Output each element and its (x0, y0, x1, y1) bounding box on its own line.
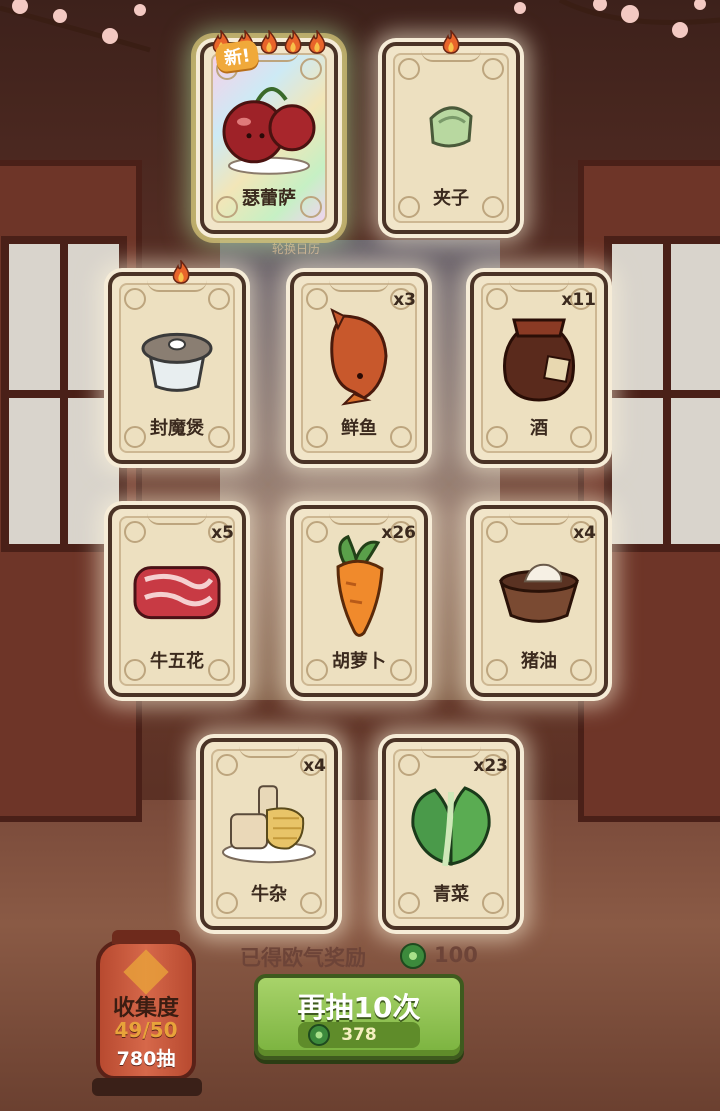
card-beef[interactable]: x5 牛五花 (108, 505, 246, 697)
flame-icon (284, 30, 302, 54)
card-name: 酒 (530, 418, 548, 439)
greens-icon (411, 786, 491, 867)
flame-icon (442, 30, 460, 54)
card-name: 鲜鱼 (341, 418, 377, 439)
card-fish[interactable]: x3 鲜鱼 (290, 272, 428, 464)
card-name: 青菜 (433, 884, 469, 905)
draw-again-button[interactable]: 再抽10次 378 (254, 974, 464, 1060)
flame-icon (260, 30, 278, 54)
beef-icon (133, 566, 221, 620)
rotation-calendar-hint: 轮换日历 (271, 242, 320, 256)
offal-icon (222, 785, 316, 864)
draw-cost-value: 378 (341, 1025, 377, 1045)
draw-again-label: 再抽10次 (297, 991, 421, 1024)
reward-label: 已得欧气奖励 (240, 946, 366, 970)
card-name: 瑟蕾萨 (242, 188, 296, 209)
cherry-icon (222, 87, 316, 175)
card-greens[interactable]: x23 青菜 (382, 738, 520, 930)
carrot-icon (336, 534, 384, 637)
rarity-flames (386, 30, 516, 56)
card-name: 夹子 (433, 188, 469, 209)
card-pot[interactable]: 封魔煲 (108, 260, 246, 464)
card-count: x4 (303, 756, 326, 776)
card-name: 牛杂 (251, 884, 287, 905)
card-clip[interactable]: 夹子 (382, 30, 520, 234)
blossom-branch-decor (0, 0, 720, 53)
left-door-panel (0, 160, 142, 822)
card-name: 猪油 (521, 651, 557, 672)
card-carrot[interactable]: x26 胡萝卜 (290, 505, 428, 697)
lard-icon (498, 563, 580, 623)
rarity-flames (170, 260, 242, 286)
card-count: x5 (211, 523, 234, 543)
clip-icon (429, 106, 473, 148)
card-name: 牛五花 (150, 651, 204, 672)
card-cherry[interactable]: 新! 瑟蕾萨 (200, 30, 338, 234)
collection-progress: 49/50 (114, 1018, 178, 1042)
fish-icon (330, 308, 388, 406)
right-door-panel (578, 160, 720, 822)
card-name: 封魔煲 (150, 418, 204, 439)
card-lard[interactable]: x4 猪油 (470, 505, 608, 697)
lantern-stand (92, 1078, 202, 1096)
pot-icon (141, 332, 213, 392)
card-offal[interactable]: x4 牛杂 (200, 738, 338, 930)
wine-jar-icon (503, 318, 575, 402)
draw-cost: 378 (298, 1022, 420, 1048)
card-count: x4 (573, 523, 596, 543)
collection-lantern[interactable]: 收集度 49/50 780抽 (96, 930, 196, 1080)
reward-value: 100 (434, 943, 478, 967)
flame-icon (308, 30, 326, 54)
card-wine[interactable]: x11 酒 (470, 272, 608, 464)
card-name: 胡萝卜 (332, 651, 386, 672)
flame-icon (172, 260, 190, 284)
jade-coin-icon (400, 943, 426, 969)
draw-count: 780抽 (116, 1048, 176, 1070)
